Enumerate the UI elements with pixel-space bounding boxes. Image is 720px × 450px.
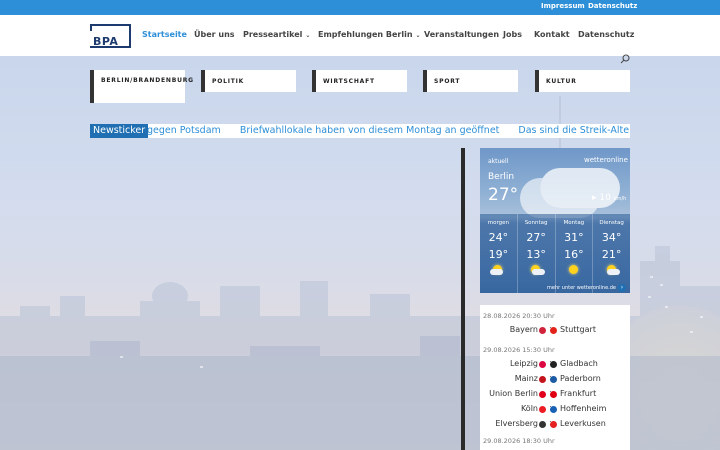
forecast-day: Montag 31° 16° (556, 214, 594, 293)
fixture-date: 28.08.2026 20:30 Uhr (483, 312, 555, 320)
forecast-day: morgen 24° 19° (480, 214, 518, 293)
chevron-down-icon: ⌄ (305, 32, 311, 39)
forecast-day: Dienstag 34° 21° (593, 214, 630, 293)
weather-current-label: aktuell (488, 158, 509, 165)
team-crest-icon (550, 391, 557, 398)
wetteronline-logo: wetteronline (584, 156, 628, 164)
site-header: BPA Startseite Über uns Presseartikel ⌄ E… (0, 15, 720, 56)
team-crest-icon (550, 421, 557, 428)
search-icon[interactable] (620, 54, 630, 64)
ticker-item[interactable]: Das sind die Streik-Alternativ (518, 125, 630, 136)
nav-empfehlungen-berlin[interactable]: Empfehlungen Berlin ⌄ (318, 30, 421, 39)
team-crest-icon (539, 421, 546, 428)
football-fixtures: 28.08.2026 20:30 Uhr Bayern : Stuttgart … (480, 305, 630, 450)
fixture-row[interactable]: Bayern : Stuttgart (480, 323, 630, 338)
team-crest-icon (550, 327, 557, 334)
logo-text: BPA (93, 35, 119, 48)
fixture-row[interactable]: Leipzig : Gladbach (480, 357, 630, 372)
datenschutz-top-link[interactable]: Datenschutz (588, 2, 637, 10)
forecast-day: Sonntag 27° 13° (518, 214, 556, 293)
category-sport[interactable]: SPORT (423, 70, 518, 92)
sun-cloud-icon (490, 264, 506, 276)
newsticker: Newsticker gegen Potsdam Briefwahllokale… (90, 124, 630, 138)
team-crest-icon (550, 361, 557, 368)
top-utility-bar: Impressum Datenschutz (0, 0, 720, 15)
fixture-row[interactable]: Köln : Hoffenheim (480, 402, 630, 417)
category-kultur[interactable]: KULTUR (535, 70, 630, 92)
weather-city: Berlin (488, 172, 515, 182)
category-berlin-brandenburg[interactable]: BERLIN/BRANDENBURG (90, 70, 193, 103)
nav-startseite[interactable]: Startseite (142, 30, 187, 39)
impressum-link[interactable]: Impressum (541, 2, 585, 10)
weather-current-temp: 27° (488, 185, 519, 205)
weather-wind: ▸ 10 km/h (592, 193, 627, 203)
ticker-item[interactable]: Briefwahllokale haben von diesem Montag … (240, 125, 500, 136)
team-crest-icon (550, 376, 557, 383)
fixture-date: 29.08.2026 18:30 Uhr (483, 437, 555, 445)
sun-cloud-icon (604, 264, 620, 276)
category-wirtschaft[interactable]: WIRTSCHAFT (312, 70, 407, 92)
nav-datenschutz[interactable]: Datenschutz (578, 30, 634, 39)
sidebar-divider (461, 148, 465, 450)
nav-veranstaltungen[interactable]: Veranstaltungen (424, 30, 499, 39)
nav-presseartikel[interactable]: Presseartikel ⌄ (243, 30, 310, 39)
fixture-date: 29.08.2026 15:30 Uhr (483, 346, 555, 354)
fixture-row[interactable]: Elversberg : Leverkusen (480, 417, 630, 432)
newsticker-label: Newsticker (90, 124, 149, 138)
team-crest-icon (539, 391, 546, 398)
weather-forecast: morgen 24° 19° Sonntag 27° 13° Montag 31… (480, 214, 630, 293)
fixture-row[interactable]: Mainz : Paderborn (480, 372, 630, 387)
team-crest-icon (539, 327, 546, 334)
category-politik[interactable]: POLITIK (201, 70, 296, 92)
sun-cloud-icon (528, 264, 546, 276)
sun-icon (566, 264, 582, 276)
nav-jobs[interactable]: Jobs (503, 30, 522, 39)
fixture-row[interactable]: Union Berlin : Frankfurt (480, 387, 630, 402)
team-crest-icon (539, 376, 546, 383)
weather-more-link[interactable]: mehr unter wetteronline.de (480, 283, 630, 293)
team-crest-icon (539, 406, 546, 413)
weather-widget[interactable]: aktuell wetteronline Berlin 27° ▸ 10 km/… (480, 148, 630, 293)
chevron-down-icon: ⌄ (415, 32, 421, 39)
nav-ueber-uns[interactable]: Über uns (194, 30, 235, 39)
team-crest-icon (550, 406, 557, 413)
nav-kontakt[interactable]: Kontakt (534, 30, 570, 39)
team-crest-icon (539, 361, 546, 368)
ticker-item[interactable]: gegen Potsdam (147, 125, 221, 136)
chevron-right-icon[interactable]: › (618, 284, 626, 292)
